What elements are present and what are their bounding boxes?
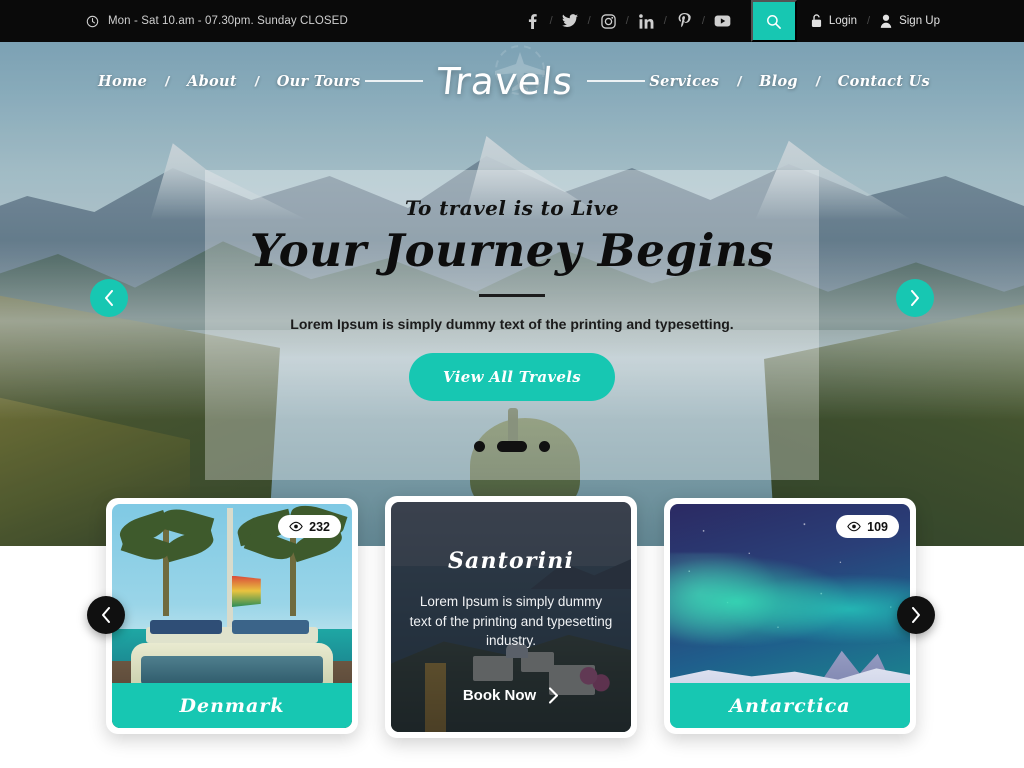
views-count-denmark: 232 [309,519,330,534]
aurora-borealis [670,553,910,661]
brand-name: Travels [434,59,576,103]
card-inner: 232 Denmark [112,504,352,728]
destination-card-antarctica[interactable]: 109 Antarctica [664,498,916,734]
hero-dot-3[interactable] [539,441,550,452]
book-now-label: Book Now [462,687,537,704]
card-description-santorini: Lorem Ipsum is simply dummy text of the … [409,594,613,649]
van-windows [140,656,324,686]
social-links: / / / / / [522,11,733,32]
cards-prev-button[interactable] [87,596,125,634]
hero-dot-2[interactable] [497,441,527,452]
pinterest-icon[interactable] [674,11,695,32]
chevron-left-icon [102,607,110,623]
social-separator: / [663,15,667,27]
nav-separator: / [165,73,170,89]
destination-carousel: 232 Denmark Santorini Lorem Ipsum is sim… [0,496,1024,748]
youtube-icon[interactable] [712,11,733,32]
hero-divider [479,293,545,297]
card-title-denmark: Denmark [179,694,285,717]
nav-right-group: Services / Blog / Contact Us [649,73,930,90]
view-all-travels-button[interactable]: View All Travels [409,352,615,401]
destination-card-santorini[interactable]: Santorini Lorem Ipsum is simply dummy te… [385,496,637,738]
card-footer-antarctica: Antarctica [670,683,910,728]
search-button[interactable] [750,0,797,42]
twitter-icon[interactable] [560,11,581,32]
views-badge-denmark: 232 [278,515,341,538]
nav-item-about[interactable]: About [187,73,237,90]
nav-separator: / [815,73,820,89]
auth-separator: / [867,15,871,27]
brand-rule-right [587,80,645,82]
views-badge-antarctica: 109 [836,515,899,538]
nav-item-blog[interactable]: Blog [759,73,798,90]
hero-prev-button[interactable] [90,279,128,317]
nav-item-contact-us[interactable]: Contact Us [838,73,930,90]
nav-separator: / [254,73,259,89]
chevron-right-icon [549,687,559,704]
beach-flag [232,575,261,608]
card-inner: Santorini Lorem Ipsum is simply dummy te… [391,502,631,732]
chevron-right-icon [912,607,920,623]
clock-icon [86,15,99,27]
card-footer-denmark: Denmark [112,683,352,728]
social-separator: / [549,15,553,27]
social-separator: / [625,15,629,27]
hero-next-button[interactable] [896,279,934,317]
nav-item-our-tours[interactable]: Our Tours [277,73,361,90]
signup-link[interactable]: Sign Up [880,14,940,28]
chevron-left-icon [105,290,113,306]
linkedin-icon[interactable] [636,11,657,32]
business-hours: Mon - Sat 10.am - 07.30pm. Sunday CLOSED [86,15,348,28]
main-navigation: Home / About / Our Tours Travels Service… [0,42,1024,120]
eye-icon [847,521,861,532]
hero-subtitle: Lorem Ipsum is simply dummy text of the … [290,315,734,332]
roof-luggage-right [232,620,309,634]
instagram-icon[interactable] [598,11,619,32]
user-icon [880,14,892,28]
card-inner: 109 Antarctica [670,504,910,728]
nav-left-group: Home / About / Our Tours [98,73,360,90]
auth-links: Login / Sign Up [811,14,940,28]
cards-next-button[interactable] [897,596,935,634]
social-separator: / [701,15,705,27]
social-separator: / [587,15,591,27]
top-bar: Mon - Sat 10.am - 07.30pm. Sunday CLOSED… [0,0,1024,42]
santorini-overlay: Santorini Lorem Ipsum is simply dummy te… [391,502,631,732]
nav-separator: / [737,73,742,89]
hero-kicker: To travel is to Live [405,196,619,220]
lock-icon [811,14,821,27]
hero-content-panel: To travel is to Live Your Journey Begins… [205,170,819,480]
eye-icon [289,521,303,532]
card-title-santorini: Santorini [447,548,575,574]
views-count-antarctica: 109 [867,519,888,534]
brand-logo[interactable]: Travels [360,44,649,103]
nav-item-home[interactable]: Home [98,73,147,90]
hero-dot-1[interactable] [474,441,485,452]
search-icon [767,14,782,29]
brand-rule-left [364,80,423,82]
business-hours-text: Mon - Sat 10.am - 07.30pm. Sunday CLOSED [108,15,348,27]
nav-item-services[interactable]: Services [649,73,719,90]
palm-tree-left [116,504,227,616]
login-label: Login [828,15,858,27]
login-link[interactable]: Login [811,14,857,28]
signup-label: Sign Up [899,15,940,27]
hero-title: Your Journey Begins [250,224,774,277]
destination-card-denmark[interactable]: 232 Denmark [106,498,358,734]
hero-carousel-dots[interactable] [205,441,819,452]
flag-pole [227,508,234,630]
card-title-antarctica: Antarctica [729,694,851,717]
chevron-right-icon [911,290,919,306]
facebook-icon[interactable] [522,11,543,32]
book-now-link-santorini[interactable]: Book Now [391,687,631,704]
roof-luggage-left [150,620,223,634]
